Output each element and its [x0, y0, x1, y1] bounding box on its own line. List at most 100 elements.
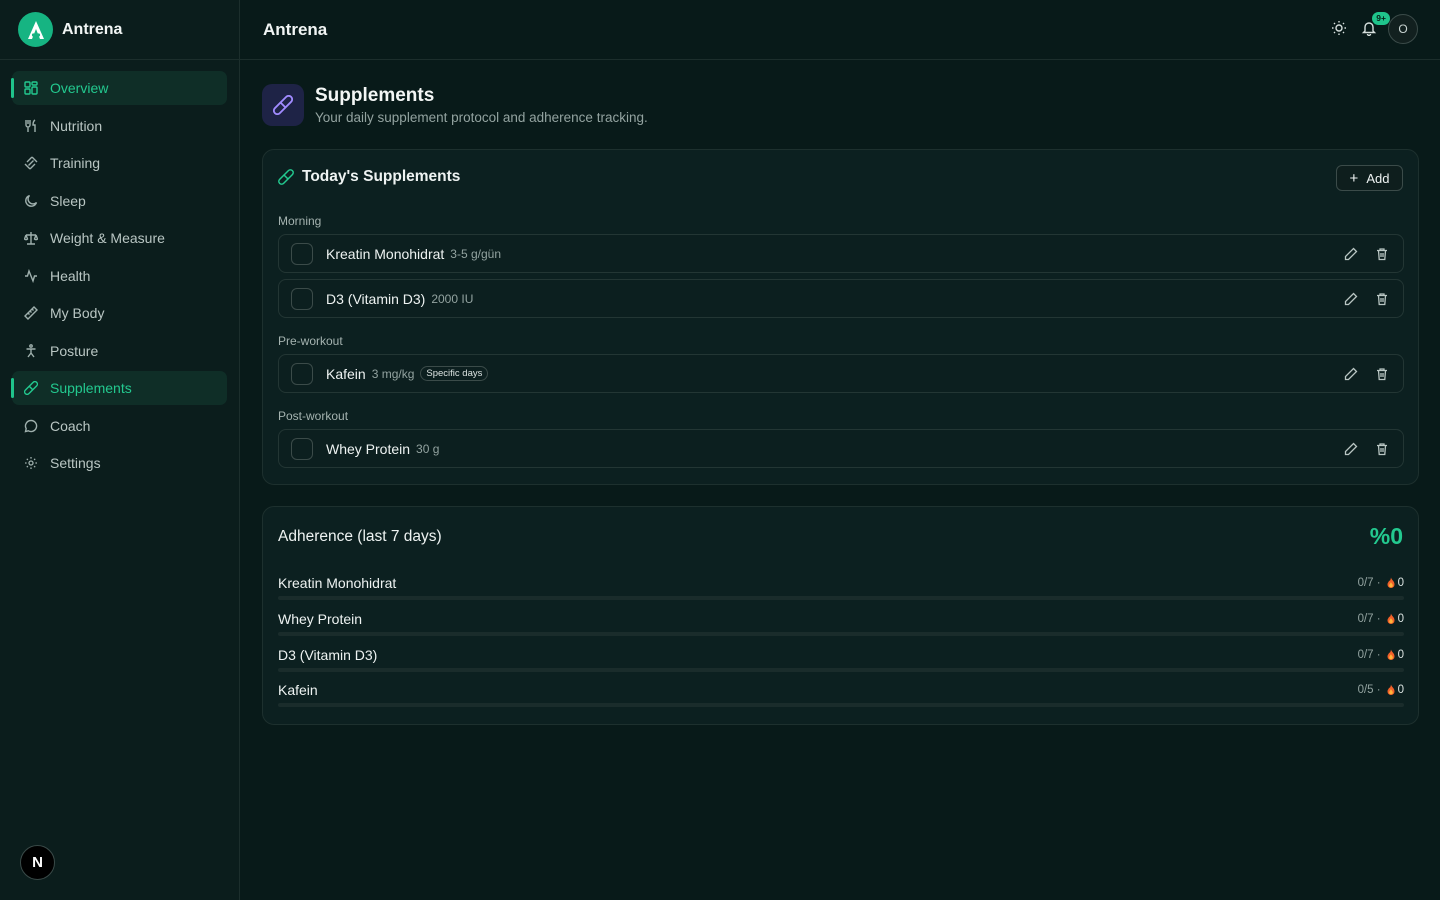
flame-icon — [1385, 613, 1397, 625]
page-title: Supplements — [315, 85, 435, 106]
sidebar-item-label: Supplements — [50, 380, 132, 396]
add-label: Add — [1366, 170, 1390, 186]
sidebar-item-supplements[interactable]: Supplements — [11, 371, 227, 405]
sidebar-item-health[interactable]: Health — [12, 259, 227, 293]
schedule-tag: Specific days — [420, 366, 489, 381]
supplement-name: Kreatin Monohidrat — [326, 245, 445, 262]
header-title: Antrena — [263, 19, 328, 39]
adherence-row: Kreatin Monohidrat 0/7 · 0 — [278, 575, 1404, 600]
supplement-dose: 3 mg/kg — [371, 366, 415, 381]
adherence-row: Whey Protein 0/7 · 0 — [278, 611, 1404, 636]
pill-icon — [262, 84, 304, 126]
sidebar-item-label: Health — [50, 267, 91, 284]
utensils-icon — [23, 118, 39, 134]
adherence-count: 0/7 · — [1357, 649, 1381, 661]
adherence-count: 0/5 · — [1357, 684, 1381, 696]
sidebar: Antrena Overview Nutrition Training Slee… — [0, 0, 240, 900]
sidebar-nav: Overview Nutrition Training Sleep Weight… — [0, 60, 239, 480]
trash-icon[interactable] — [1374, 246, 1390, 262]
sidebar-item-label: My Body — [50, 305, 105, 321]
supplement-checkbox[interactable] — [291, 242, 313, 265]
flame-icon — [1385, 577, 1397, 589]
adherence-total: %0 — [1369, 523, 1403, 549]
scale-icon — [23, 230, 39, 246]
supplement-dose: 2000 IU — [431, 291, 474, 306]
main-content: Supplements Your daily supplement protoc… — [262, 84, 1419, 725]
adherence-count: 0/7 · — [1357, 577, 1381, 589]
supplement-checkbox[interactable] — [291, 287, 313, 310]
adherence-progress-bar — [278, 668, 1404, 672]
ruler-icon — [23, 305, 39, 321]
page-header: Supplements Your daily supplement protoc… — [262, 84, 1419, 126]
supplement-row: Kafein 3 mg/kg Specific days — [278, 354, 1404, 393]
supplement-dose: 30 g — [416, 441, 440, 456]
sidebar-item-posture[interactable]: Posture — [12, 334, 227, 368]
adherence-stat: 0/5 · 0 — [1358, 684, 1404, 696]
sidebar-item-label: Training — [50, 155, 101, 171]
pill-icon — [278, 169, 294, 185]
adherence-row: D3 (Vitamin D3) 0/7 · 0 — [278, 647, 1404, 672]
adherence-stat: 0/7 · 0 — [1358, 649, 1404, 661]
supplement-dose: 3-5 g/gün — [450, 246, 502, 261]
top-actions: 9+ O — [1324, 12, 1418, 44]
brand[interactable]: Antrena — [0, 0, 239, 60]
theme-toggle-button[interactable] — [1324, 14, 1354, 44]
supplement-name: Whey Protein — [326, 440, 411, 457]
supplement-checkbox[interactable] — [291, 437, 313, 460]
pill-icon — [23, 380, 39, 396]
topbar: Antrena 9+ O — [240, 0, 1440, 60]
adherence-streak: 0 — [1397, 577, 1404, 589]
supplement-name: D3 (Vitamin D3) — [326, 290, 426, 307]
todays-supplements-card: Today's Supplements + Add Morning Kreati… — [262, 149, 1419, 485]
adherence-count: 0/7 · — [1357, 613, 1381, 625]
antrena-logo-icon — [18, 12, 53, 47]
person-icon — [23, 343, 39, 359]
edit-icon[interactable] — [1343, 366, 1359, 382]
sidebar-item-label: Weight & Measure — [50, 230, 165, 246]
footer-badge[interactable]: N — [20, 845, 55, 880]
supplement-row: Whey Protein 30 g — [278, 429, 1404, 468]
adherence-name: Kafein — [278, 682, 318, 698]
sidebar-item-training[interactable]: Training — [12, 146, 227, 180]
adherence-card: Adherence (last 7 days) %0 Kreatin Monoh… — [262, 506, 1419, 725]
adherence-title: Adherence (last 7 days) — [278, 528, 442, 545]
supplement-checkbox[interactable] — [291, 362, 313, 385]
sidebar-item-coach[interactable]: Coach — [12, 409, 227, 443]
moon-icon — [23, 193, 39, 209]
sidebar-item-nutrition[interactable]: Nutrition — [12, 109, 227, 143]
adherence-streak: 0 — [1397, 613, 1404, 625]
sun-icon — [1331, 20, 1347, 39]
adherence-progress-bar — [278, 703, 1404, 707]
sidebar-item-overview[interactable]: Overview — [11, 71, 227, 105]
edit-icon[interactable] — [1343, 441, 1359, 457]
sidebar-item-label: Posture — [50, 342, 99, 359]
edit-icon[interactable] — [1343, 246, 1359, 262]
supplement-name: Kafein — [326, 365, 366, 382]
edit-icon[interactable] — [1343, 291, 1359, 307]
notification-badge: 9+ — [1372, 12, 1390, 25]
sidebar-item-my-body[interactable]: My Body — [12, 296, 227, 330]
adherence-streak: 0 — [1397, 684, 1404, 696]
page-subtitle: Your daily supplement protocol and adher… — [315, 110, 648, 125]
gear-icon — [23, 455, 39, 471]
adherence-row: Kafein 0/5 · 0 — [278, 682, 1404, 707]
add-supplement-button[interactable]: + Add — [1336, 165, 1403, 191]
notifications-button[interactable]: 9+ — [1354, 12, 1390, 44]
trash-icon[interactable] — [1374, 366, 1390, 382]
sidebar-item-settings[interactable]: Settings — [12, 446, 227, 480]
sidebar-item-label: Overview — [50, 80, 109, 96]
brand-name: Antrena — [62, 20, 123, 38]
avatar[interactable]: O — [1388, 14, 1418, 44]
flame-icon — [1385, 649, 1397, 661]
adherence-name: Kreatin Monohidrat — [278, 575, 397, 591]
sidebar-item-sleep[interactable]: Sleep — [12, 184, 227, 218]
activity-icon — [23, 268, 39, 284]
adherence-progress-bar — [278, 632, 1404, 636]
group-label-pre-workout: Pre-workout — [278, 334, 343, 348]
sidebar-item-weight-measure[interactable]: Weight & Measure — [12, 221, 227, 255]
sidebar-item-label: Coach — [50, 417, 91, 434]
trash-icon[interactable] — [1374, 441, 1390, 457]
flame-icon — [1385, 684, 1397, 696]
group-label-morning: Morning — [278, 214, 322, 228]
trash-icon[interactable] — [1374, 291, 1390, 307]
